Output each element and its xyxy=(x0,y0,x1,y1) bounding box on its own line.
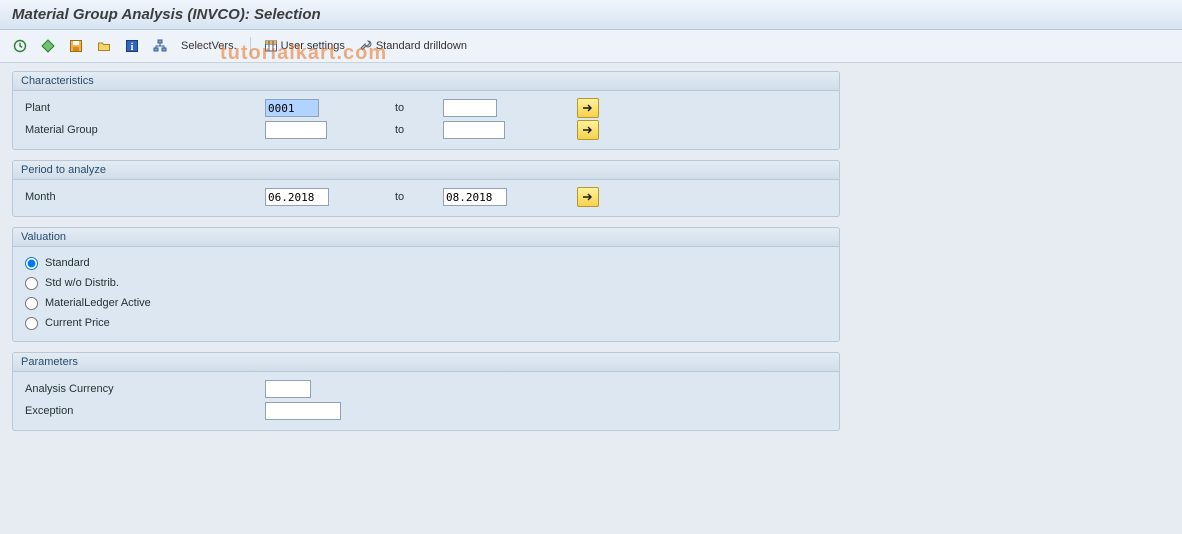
row-material-group: Material Group to xyxy=(23,119,829,141)
toolbar-separator xyxy=(250,37,251,55)
group-parameters: Parameters Analysis Currency Exception xyxy=(12,352,840,431)
month-to-input[interactable] xyxy=(443,188,507,206)
arrow-right-icon xyxy=(582,125,594,135)
month-label: Month xyxy=(23,191,265,203)
group-period-title: Period to analyze xyxy=(13,161,839,180)
valuation-standard-input[interactable] xyxy=(25,257,38,270)
material-group-from-input[interactable] xyxy=(265,121,327,139)
month-from-input[interactable] xyxy=(265,188,329,206)
valuation-stdwo-input[interactable] xyxy=(25,277,38,290)
svg-text:i: i xyxy=(131,42,134,53)
exception-input[interactable] xyxy=(265,402,341,420)
arrow-right-icon xyxy=(582,192,594,202)
group-valuation-title: Valuation xyxy=(13,228,839,247)
save-icon xyxy=(69,39,83,53)
hierarchy-button[interactable] xyxy=(148,35,172,57)
group-parameters-title: Parameters xyxy=(13,353,839,372)
valuation-current-label: Current Price xyxy=(45,317,110,329)
valuation-stdwo-label: Std w/o Distrib. xyxy=(45,277,119,289)
page-title: Material Group Analysis (INVCO): Selecti… xyxy=(0,0,1182,30)
valuation-current-radio[interactable]: Current Price xyxy=(23,313,829,333)
save-button[interactable] xyxy=(64,35,88,57)
arrow-right-icon xyxy=(582,103,594,113)
material-group-label: Material Group xyxy=(23,124,265,136)
row-plant: Plant to xyxy=(23,97,829,119)
info-icon: i xyxy=(125,39,139,53)
valuation-standard-label: Standard xyxy=(45,257,90,269)
group-period: Period to analyze Month to xyxy=(12,160,840,217)
material-group-multiselect-button[interactable] xyxy=(577,120,599,140)
plant-from-input[interactable] xyxy=(265,99,319,117)
valuation-standard-radio[interactable]: Standard xyxy=(23,253,829,273)
standard-drilldown-button[interactable]: Standard drilldown xyxy=(354,35,472,57)
open-folder-button[interactable] xyxy=(92,35,116,57)
user-settings-label: User settings xyxy=(281,40,345,52)
valuation-ml-label: MaterialLedger Active xyxy=(45,297,151,309)
analysis-currency-label: Analysis Currency xyxy=(23,383,265,395)
content-area: Characteristics Plant to xyxy=(0,63,1182,453)
row-month: Month to xyxy=(23,186,829,208)
group-valuation: Valuation Standard Std w/o Distrib. Mate… xyxy=(12,227,840,342)
material-group-to-input[interactable] xyxy=(443,121,505,139)
group-characteristics-title: Characteristics xyxy=(13,72,839,91)
plant-label: Plant xyxy=(23,102,265,114)
group-characteristics: Characteristics Plant to xyxy=(12,71,840,150)
user-settings-button[interactable]: User settings xyxy=(259,35,350,57)
wrench-icon xyxy=(359,39,373,53)
clock-run-icon xyxy=(13,39,27,53)
plant-to-label: to xyxy=(395,102,443,114)
month-to-label: to xyxy=(395,191,443,203)
valuation-ml-input[interactable] xyxy=(25,297,38,310)
material-group-to-label: to xyxy=(395,124,443,136)
hierarchy-icon xyxy=(153,39,167,53)
row-analysis-currency: Analysis Currency xyxy=(23,378,829,400)
select-version-label: SelectVers. xyxy=(181,40,237,52)
execute-button[interactable] xyxy=(8,35,32,57)
select-version-button[interactable]: SelectVers. xyxy=(176,35,242,57)
row-exception: Exception xyxy=(23,400,829,422)
info-button[interactable]: i xyxy=(120,35,144,57)
valuation-stdwo-radio[interactable]: Std w/o Distrib. xyxy=(23,273,829,293)
variant-button[interactable] xyxy=(36,35,60,57)
table-columns-icon xyxy=(264,39,278,53)
month-multiselect-button[interactable] xyxy=(577,187,599,207)
exception-label: Exception xyxy=(23,405,265,417)
folder-open-icon xyxy=(97,39,111,53)
valuation-ml-radio[interactable]: MaterialLedger Active xyxy=(23,293,829,313)
analysis-currency-input[interactable] xyxy=(265,380,311,398)
plant-multiselect-button[interactable] xyxy=(577,98,599,118)
standard-drilldown-label: Standard drilldown xyxy=(376,40,467,52)
valuation-current-input[interactable] xyxy=(25,317,38,330)
diamond-green-icon xyxy=(41,39,55,53)
plant-to-input[interactable] xyxy=(443,99,497,117)
toolbar: i SelectVers. User settings Standard dri… xyxy=(0,30,1182,63)
